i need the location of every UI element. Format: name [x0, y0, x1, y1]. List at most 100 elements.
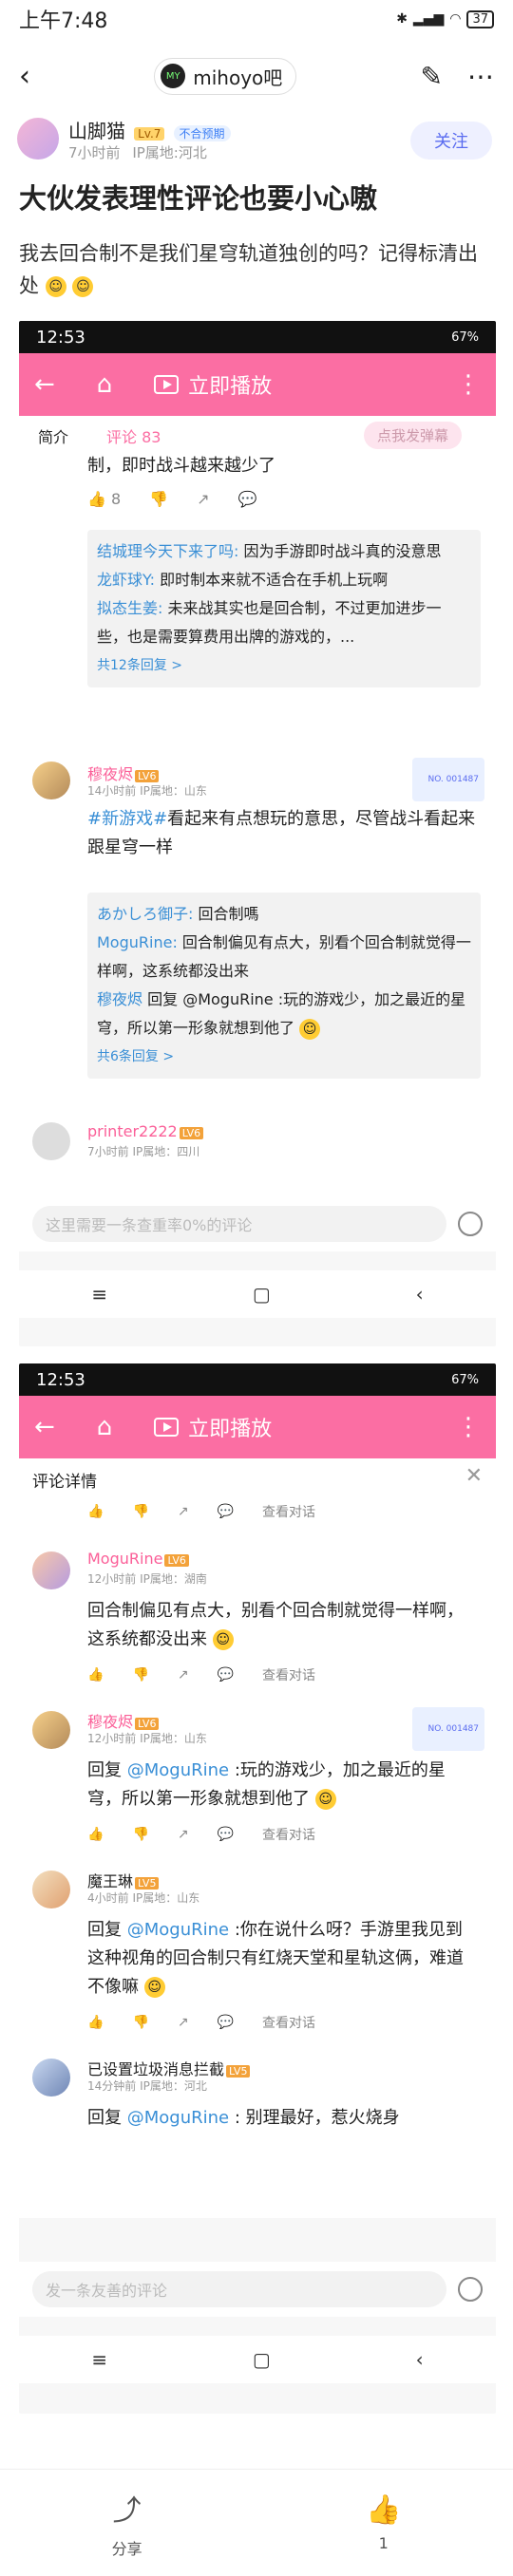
reply-box[interactable]: あかしろ御子: 回合制嗎 MoguRine: 回合制偏见有点大，别看个回合制就觉… — [87, 893, 481, 1079]
edit-icon[interactable]: ✎ — [421, 61, 443, 92]
home-icon[interactable]: ⌂ — [97, 1413, 113, 1441]
like-icon[interactable]: 👍 — [87, 1667, 104, 1683]
view-dialog-link[interactable]: 查看对话 — [262, 1825, 315, 1844]
commenter-avatar[interactable] — [32, 1871, 70, 1908]
reply-icon[interactable]: 💬 — [218, 1504, 234, 1519]
commenter-avatar[interactable] — [32, 1551, 70, 1589]
dislike-icon[interactable]: 👎 — [132, 1667, 148, 1683]
back-arrow-icon[interactable]: ← — [34, 370, 55, 399]
dislike-icon[interactable]: 👎 — [132, 1827, 148, 1842]
commenter-name[interactable]: 穆夜烬 — [87, 1713, 133, 1731]
mention-link[interactable]: @MoguRine — [127, 2108, 229, 2128]
menu-nav-icon[interactable]: ≡ — [91, 1283, 107, 1306]
reply-icon[interactable]: 💬 — [218, 1827, 234, 1842]
tab-comments[interactable]: 评论 83 — [106, 424, 161, 447]
play-label: 立即播放 — [188, 1418, 273, 1441]
reply-item: 龙虾球Y: 即时制本来就不适合在手机上玩啊 — [97, 566, 471, 594]
close-icon[interactable]: ✕ — [466, 1464, 483, 1488]
reply-text: 即时制本来就不适合在手机上玩啊 — [160, 571, 389, 589]
reply-box[interactable]: 结城理今天下来了吗: 因为手游即时战斗真的没意思 龙虾球Y: 即时制本来就不适合… — [87, 530, 481, 687]
commenter-avatar[interactable] — [32, 1122, 70, 1160]
commenter-name[interactable]: printer2222 — [87, 1122, 178, 1140]
share-label: 分享 — [111, 2540, 142, 2558]
comment-text: #新游戏#看起来有点想玩的意思，尽管战斗看起来跟星穹一样 — [87, 805, 486, 862]
emoji-picker-icon[interactable] — [458, 1212, 483, 1236]
commenter-name[interactable]: MoguRine — [87, 1550, 162, 1568]
commenter-name[interactable]: 魔王琳 — [87, 1872, 133, 1890]
commenter-avatar[interactable] — [32, 1711, 70, 1749]
author-name[interactable]: 山脚猫 — [68, 120, 125, 142]
like-icon[interactable]: 👍 — [87, 2015, 104, 2030]
play-now-button[interactable]: 立即播放 — [154, 1412, 272, 1442]
bluetooth-icon: ✱ — [396, 11, 408, 27]
share-icon[interactable]: ↗ — [178, 2015, 189, 2030]
dislike-icon[interactable]: 👎 — [149, 490, 168, 508]
comment-time: 12小时前 — [87, 1732, 137, 1745]
reply-author: 结城理今天下来了吗: — [97, 542, 239, 560]
share-button[interactable]: ⤴ 分享 — [112, 2487, 142, 2559]
reply-icon[interactable]: 💬 — [238, 490, 257, 508]
mention-link[interactable]: @MoguRine — [127, 1920, 229, 1940]
post-body: 我去回合制不是我们星穹轨道独创的吗？记得标清出处 ☺ ☺ — [19, 237, 494, 302]
commenter-avatar[interactable] — [32, 762, 70, 799]
menu-icon[interactable]: ⋮ — [456, 1413, 481, 1441]
commenter-avatar[interactable] — [32, 2059, 70, 2097]
menu-nav-icon[interactable]: ≡ — [91, 2348, 107, 2371]
reply-icon[interactable]: 💬 — [218, 1667, 234, 1683]
menu-icon[interactable]: ⋮ — [456, 370, 481, 399]
like-icon[interactable]: 👍 — [87, 1827, 104, 1842]
emoji-picker-icon[interactable] — [458, 2277, 483, 2302]
author-avatar[interactable] — [17, 118, 59, 160]
comment-input[interactable]: 这里需要一条查重率0%的评论 — [32, 1206, 446, 1242]
share-icon[interactable]: ↗ — [178, 1504, 189, 1519]
like-count: 8 — [111, 490, 122, 508]
forum-pill[interactable]: MY mihoyo吧 — [154, 57, 297, 95]
back-icon[interactable]: ‹ — [19, 60, 30, 93]
bottom-action-bar: ⤴ 分享 👍 1 — [0, 2469, 513, 2576]
danmaku-button[interactable]: 点我发弹幕 — [363, 422, 462, 449]
signal-icon: ▂▄▆ — [412, 11, 445, 27]
comment-text: 回复 @MoguRine : 别理最好，惹火烧身 — [87, 2104, 477, 2133]
home-nav-icon[interactable]: ▢ — [253, 2348, 271, 2371]
comment-ip: IP属地：山东 — [140, 784, 207, 798]
home-icon[interactable]: ⌂ — [97, 370, 113, 399]
back-nav-icon[interactable]: ‹ — [416, 1283, 424, 1306]
share-icon[interactable]: ↗ — [178, 1827, 189, 1842]
like-icon[interactable]: 👍 — [87, 1504, 104, 1519]
battery-icon: 37 — [466, 9, 494, 28]
commenter-name[interactable]: 穆夜烬 — [87, 765, 133, 783]
like-icon[interactable]: 👍 8 — [87, 490, 121, 508]
comment-ip: IP属地：河北 — [140, 2079, 207, 2093]
back-arrow-icon[interactable]: ← — [34, 1413, 55, 1441]
hashtag[interactable]: #新游戏# — [87, 809, 167, 829]
more-replies-link[interactable]: 共6条回复 > — [97, 1043, 471, 1071]
comment-text: 制，即时战斗越来越少了 — [87, 456, 276, 476]
status-time: 上午7:48 — [19, 9, 108, 33]
tab-intro[interactable]: 简介 — [38, 424, 68, 447]
reply-author: 拟态生姜: — [97, 599, 163, 617]
like-button[interactable]: 👍 1 — [366, 2493, 401, 2552]
home-nav-icon[interactable]: ▢ — [253, 1283, 271, 1306]
follow-button[interactable]: 关注 — [410, 122, 492, 160]
detail-header: 评论详情 — [32, 1473, 97, 1492]
play-now-button[interactable]: 立即播放 — [154, 369, 272, 400]
view-dialog-link[interactable]: 查看对话 — [262, 2013, 315, 2032]
more-icon[interactable]: ⋯ — [467, 61, 494, 92]
dislike-icon[interactable]: 👎 — [132, 2015, 148, 2030]
inner-status-bar: 12:53 67% — [19, 1363, 496, 1396]
share-icon[interactable]: ↗ — [197, 490, 209, 508]
reply-icon[interactable]: 💬 — [218, 2015, 234, 2030]
inner-battery: 67% — [451, 1372, 479, 1387]
more-replies-link[interactable]: 共12条回复 > — [97, 651, 471, 680]
view-dialog-link[interactable]: 查看对话 — [262, 1502, 315, 1521]
commenter-name[interactable]: 已设置垃圾消息拦截 — [87, 2060, 224, 2078]
share-icon[interactable]: ↗ — [178, 1667, 189, 1683]
wifi-icon: ◠ — [449, 11, 462, 27]
view-dialog-link[interactable]: 查看对话 — [262, 1665, 315, 1684]
mention-link[interactable]: @MoguRine — [127, 1760, 229, 1780]
back-nav-icon[interactable]: ‹ — [416, 2348, 424, 2371]
dislike-icon[interactable]: 👎 — [132, 1504, 148, 1519]
comment-actions: 👍 8 👎 ↗ 💬 — [87, 490, 256, 508]
comment-body: 回合制偏见有点大，别看个回合制就觉得一样啊，这系统都没出来 — [87, 1601, 464, 1649]
comment-input[interactable]: 发一条友善的评论 — [32, 2271, 446, 2307]
